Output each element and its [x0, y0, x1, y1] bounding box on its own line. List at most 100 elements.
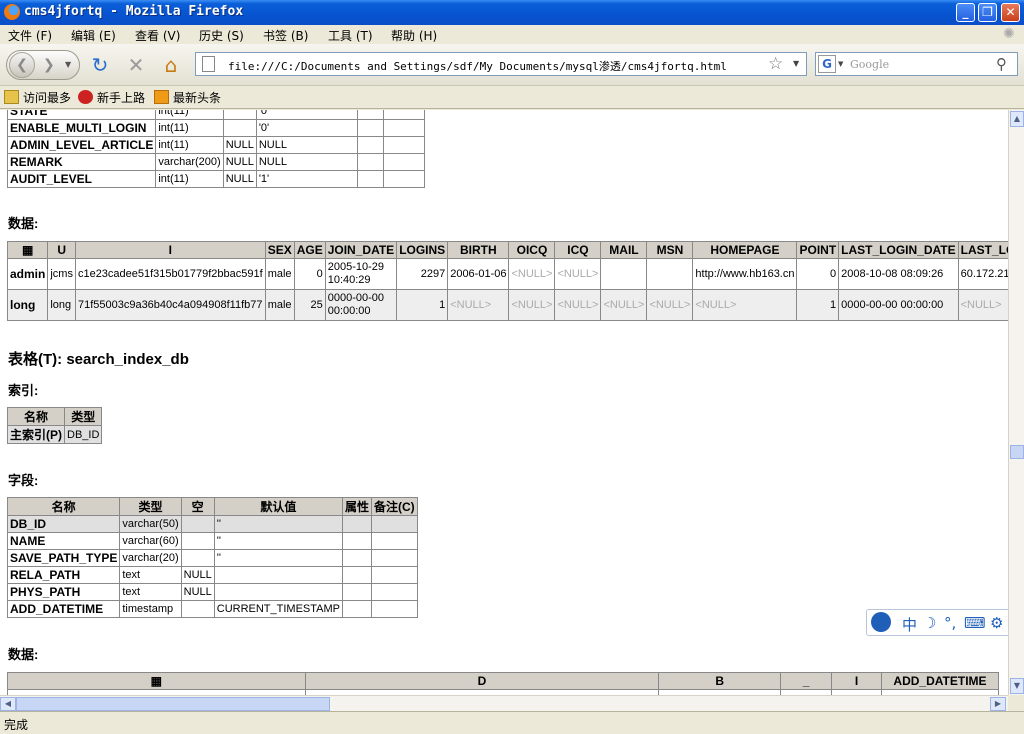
data-cell: c1e23cadee51f315b01779f2bbac591f	[74, 258, 266, 290]
data-cell: <NULL>	[447, 289, 510, 321]
vertical-scrollbar[interactable]: ▲ ▼	[1008, 110, 1024, 695]
column-header[interactable]: HOMEPAGE	[692, 241, 798, 259]
field-null	[222, 119, 257, 137]
data-cell: <NULL>	[508, 258, 556, 290]
ime-logo-icon[interactable]	[871, 612, 891, 632]
field-default: ''	[213, 549, 344, 567]
menu-file[interactable]: 文件 (F)	[8, 27, 52, 44]
ime-chinese-mode[interactable]: 中	[902, 614, 917, 635]
google-icon[interactable]: G	[818, 55, 836, 73]
field-null	[180, 532, 215, 550]
field-null: NULL	[222, 136, 257, 154]
ime-moon-icon[interactable]: ☽	[923, 614, 936, 632]
column-header[interactable]: MSN	[646, 241, 694, 259]
history-dropdown-icon[interactable]: ▼	[65, 60, 71, 69]
data-cell: male	[264, 289, 295, 321]
menu-view[interactable]: 查看 (V)	[135, 27, 180, 44]
index-name: 主索引(P)	[7, 425, 65, 444]
star-icon[interactable]: ☆	[768, 54, 783, 74]
menu-edit[interactable]: 编辑 (E)	[71, 27, 116, 44]
column-header[interactable]: ▦	[6, 241, 49, 259]
column-header[interactable]: JOIN_DATE	[324, 241, 398, 259]
search-bar[interactable]: G ▼ Google ⚲	[815, 52, 1018, 76]
column-header[interactable]: ADD_DATETIME	[880, 672, 1000, 690]
column-header[interactable]: I	[74, 241, 266, 259]
bookmark-latest-headlines[interactable]: 最新头条	[154, 89, 221, 106]
field-attr	[341, 600, 373, 618]
vertical-scroll-thumb[interactable]	[1010, 445, 1024, 459]
field-default: ''	[213, 532, 344, 550]
table-header-row: ▦ D B _ I ADD_DATETIME	[7, 672, 1000, 690]
column-header[interactable]: I	[831, 672, 882, 690]
reload-icon[interactable]: ↻	[89, 54, 111, 76]
scroll-right-arrow-icon[interactable]: ▶	[990, 697, 1006, 711]
home-icon[interactable]: ⌂	[160, 54, 182, 76]
column-header[interactable]: ICQ	[554, 241, 602, 259]
data-cell: admin	[6, 258, 49, 290]
field-default: '0'	[255, 119, 359, 137]
data-cell: 2005-10-29 10:40:29	[324, 258, 398, 290]
column-header[interactable]: LOGINS	[396, 241, 449, 259]
ime-punctuation-icon[interactable]: °,	[944, 614, 956, 632]
minimize-button[interactable]: _	[956, 3, 975, 22]
column-header[interactable]: ▦	[7, 672, 306, 690]
field-name: ENABLE_MULTI_LOGIN	[6, 119, 157, 137]
ime-settings-icon[interactable]: ⚙	[990, 614, 1003, 632]
ime-keyboard-icon[interactable]: ⌨	[964, 614, 986, 632]
forward-arrow-icon[interactable]: ❯	[43, 57, 55, 73]
column-header[interactable]: SEX	[264, 241, 295, 259]
column-header[interactable]: MAIL	[600, 241, 648, 259]
url-bar[interactable]: file:///C:/Documents and Settings/sdf/My…	[195, 52, 807, 76]
table-header-row: 名称 类型	[7, 407, 103, 426]
field-attr	[341, 532, 373, 550]
status-bar: 完成	[0, 711, 1024, 734]
ime-toolbar[interactable]: 中 ☽ °, ⌨ ⚙ ◀	[866, 609, 1024, 636]
column-header[interactable]: BIRTH	[447, 241, 510, 259]
menu-help[interactable]: 帮助 (H)	[391, 27, 437, 44]
column-header[interactable]: LAST_LOGIN_	[957, 241, 1008, 259]
column-header[interactable]: B	[658, 672, 782, 690]
search-engine-dropdown-icon[interactable]: ▼	[838, 60, 843, 68]
data-cell: long	[6, 289, 49, 321]
menu-bookmarks[interactable]: 书签 (B)	[263, 27, 308, 44]
field-comment	[382, 136, 426, 154]
status-text: 完成	[4, 718, 29, 732]
fields-heading: 字段:	[8, 473, 39, 488]
stop-icon[interactable]: ✕	[125, 54, 147, 76]
menu-tools[interactable]: 工具 (T)	[328, 27, 373, 44]
column-header[interactable]: D	[304, 672, 660, 690]
scroll-down-arrow-icon[interactable]: ▼	[1010, 678, 1024, 694]
data-cell: 25	[293, 289, 326, 321]
horizontal-scroll-thumb[interactable]	[16, 697, 330, 711]
menu-history[interactable]: 历史 (S)	[199, 27, 244, 44]
magnifier-icon[interactable]: ⚲	[996, 55, 1007, 73]
column-header: 名称	[7, 407, 65, 426]
column-header[interactable]: OICQ	[508, 241, 556, 259]
bookmark-most-visited[interactable]: 访问最多	[4, 89, 71, 106]
url-text[interactable]: file:///C:/Documents and Settings/sdf/My…	[228, 58, 727, 74]
firefox-icon	[4, 4, 20, 20]
data-cell	[646, 258, 694, 290]
close-button[interactable]: ✕	[1001, 3, 1020, 22]
field-attr	[357, 136, 384, 154]
table-row: AUDIT_LEVEL int(11) NULL '1'	[6, 170, 426, 188]
column-header: 备注(C)	[371, 497, 418, 516]
field-default: NULL	[255, 136, 359, 154]
column-header[interactable]: LAST_LOGIN_DATE	[838, 241, 959, 259]
column-header[interactable]: _	[780, 672, 833, 690]
bookmark-getting-started[interactable]: 新手上路	[78, 89, 145, 106]
url-dropdown-icon[interactable]: ▼	[793, 59, 799, 68]
field-type: varchar(60)	[119, 532, 182, 550]
maximize-button[interactable]: ❐	[978, 3, 997, 22]
data-cell: <NULL>	[554, 289, 602, 321]
search-placeholder[interactable]: Google	[850, 58, 889, 71]
column-header[interactable]: AGE	[293, 241, 326, 259]
field-comment	[382, 170, 426, 188]
scroll-left-arrow-icon[interactable]: ◀	[0, 697, 16, 711]
scroll-up-arrow-icon[interactable]: ▲	[1010, 111, 1024, 127]
column-header[interactable]: U	[47, 241, 76, 259]
horizontal-scrollbar[interactable]: ◀ ▶	[0, 695, 1008, 711]
column-header[interactable]: POINT	[796, 241, 840, 259]
back-arrow-icon[interactable]: ❮	[9, 52, 35, 78]
field-attr	[357, 110, 384, 120]
